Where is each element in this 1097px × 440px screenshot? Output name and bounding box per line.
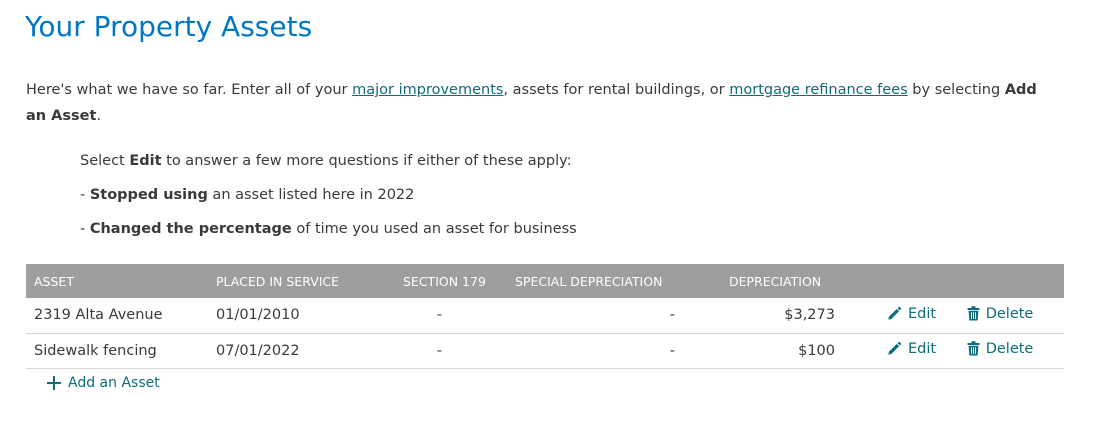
trash-icon xyxy=(967,306,980,321)
intro-text: Here's what we have so far. Enter all of… xyxy=(26,77,1061,129)
col-header-special-depreciation: SPECIAL DEPRECIATION xyxy=(515,273,663,289)
col-header-actions xyxy=(835,264,1064,298)
delete-button[interactable]: Delete xyxy=(967,305,1034,322)
add-asset-button[interactable]: Add an Asset xyxy=(47,375,160,391)
col-header-asset: ASSET xyxy=(34,273,74,289)
intro-part4: . xyxy=(96,108,102,124)
instruction-2-bold: Stopped using xyxy=(89,187,208,203)
special-depreciation-value: - xyxy=(669,342,675,359)
instruction-3-pre: - xyxy=(80,221,90,237)
intro-part2: , assets for rental buildings, or xyxy=(503,82,730,98)
depreciation-value: $100 xyxy=(798,342,835,359)
instruction-3-bold: Changed the percentage xyxy=(89,221,292,237)
depreciation-value: $3,273 xyxy=(784,307,835,324)
edit-button[interactable]: Edit xyxy=(887,341,936,357)
table-row: Sidewalk fencing 07/01/2022 - - $100 Edi… xyxy=(26,333,1064,368)
intro-part1: Here's what we have so far. Enter all of… xyxy=(26,82,353,98)
instructions: Select Edit to answer a few more questio… xyxy=(80,151,577,253)
plus-icon xyxy=(47,376,61,390)
delete-label: Delete xyxy=(985,305,1034,322)
col-header-section-179: SECTION 179 xyxy=(403,273,486,289)
table-row: 2319 Alta Avenue 01/01/2010 - - $3,273 E… xyxy=(26,298,1064,333)
section-179-value: - xyxy=(436,342,442,359)
placed-in-service-date: 01/01/2010 xyxy=(216,307,300,324)
instruction-2-post: an asset listed here in 2022 xyxy=(207,187,415,203)
instruction-line-3: - Changed the percentage of time you use… xyxy=(80,219,577,239)
trash-icon xyxy=(967,341,980,356)
instruction-3-post: of time you used an asset for business xyxy=(291,221,577,237)
edit-label: Edit xyxy=(908,305,937,322)
delete-button[interactable]: Delete xyxy=(967,340,1034,357)
row-actions: Edit Delete xyxy=(835,333,1064,368)
pencil-icon xyxy=(888,342,902,355)
edit-label: Edit xyxy=(908,340,937,357)
instruction-1-bold: Edit xyxy=(129,153,162,169)
instruction-1-pre: Select xyxy=(80,153,130,169)
asset-name: 2319 Alta Avenue xyxy=(34,307,163,324)
special-depreciation-value: - xyxy=(669,307,675,324)
assets-table: ASSET PLACED IN SERVICE SECTION 179 SPEC… xyxy=(26,264,1064,369)
add-asset-label: Add an Asset xyxy=(68,375,160,391)
property-assets-page: Your Property Assets Here's what we have… xyxy=(0,0,1097,440)
intro-part3: by selecting xyxy=(907,82,1005,98)
pencil-icon xyxy=(888,306,902,320)
page-title: Your Property Assets xyxy=(25,10,313,43)
table-header-row: ASSET PLACED IN SERVICE SECTION 179 SPEC… xyxy=(26,264,1064,298)
col-header-placed-in-service: PLACED IN SERVICE xyxy=(216,273,340,289)
instruction-line-1: Select Edit to answer a few more questio… xyxy=(80,151,577,171)
major-improvements-link[interactable]: major improvements xyxy=(352,82,503,98)
row-actions: Edit Delete xyxy=(835,298,1064,333)
asset-name: Sidewalk fencing xyxy=(34,342,157,359)
mortgage-refinance-fees-link[interactable]: mortgage refinance fees xyxy=(729,82,907,98)
placed-in-service-date: 07/01/2022 xyxy=(216,342,300,359)
delete-label: Delete xyxy=(985,340,1034,357)
section-179-value: - xyxy=(436,307,442,324)
instruction-1-post: to answer a few more questions if either… xyxy=(161,153,572,169)
instruction-2-pre: - xyxy=(80,187,90,203)
instruction-line-2: - Stopped using an asset listed here in … xyxy=(80,185,577,205)
edit-button[interactable]: Edit xyxy=(887,306,936,322)
col-header-depreciation: DEPRECIATION xyxy=(729,273,822,289)
